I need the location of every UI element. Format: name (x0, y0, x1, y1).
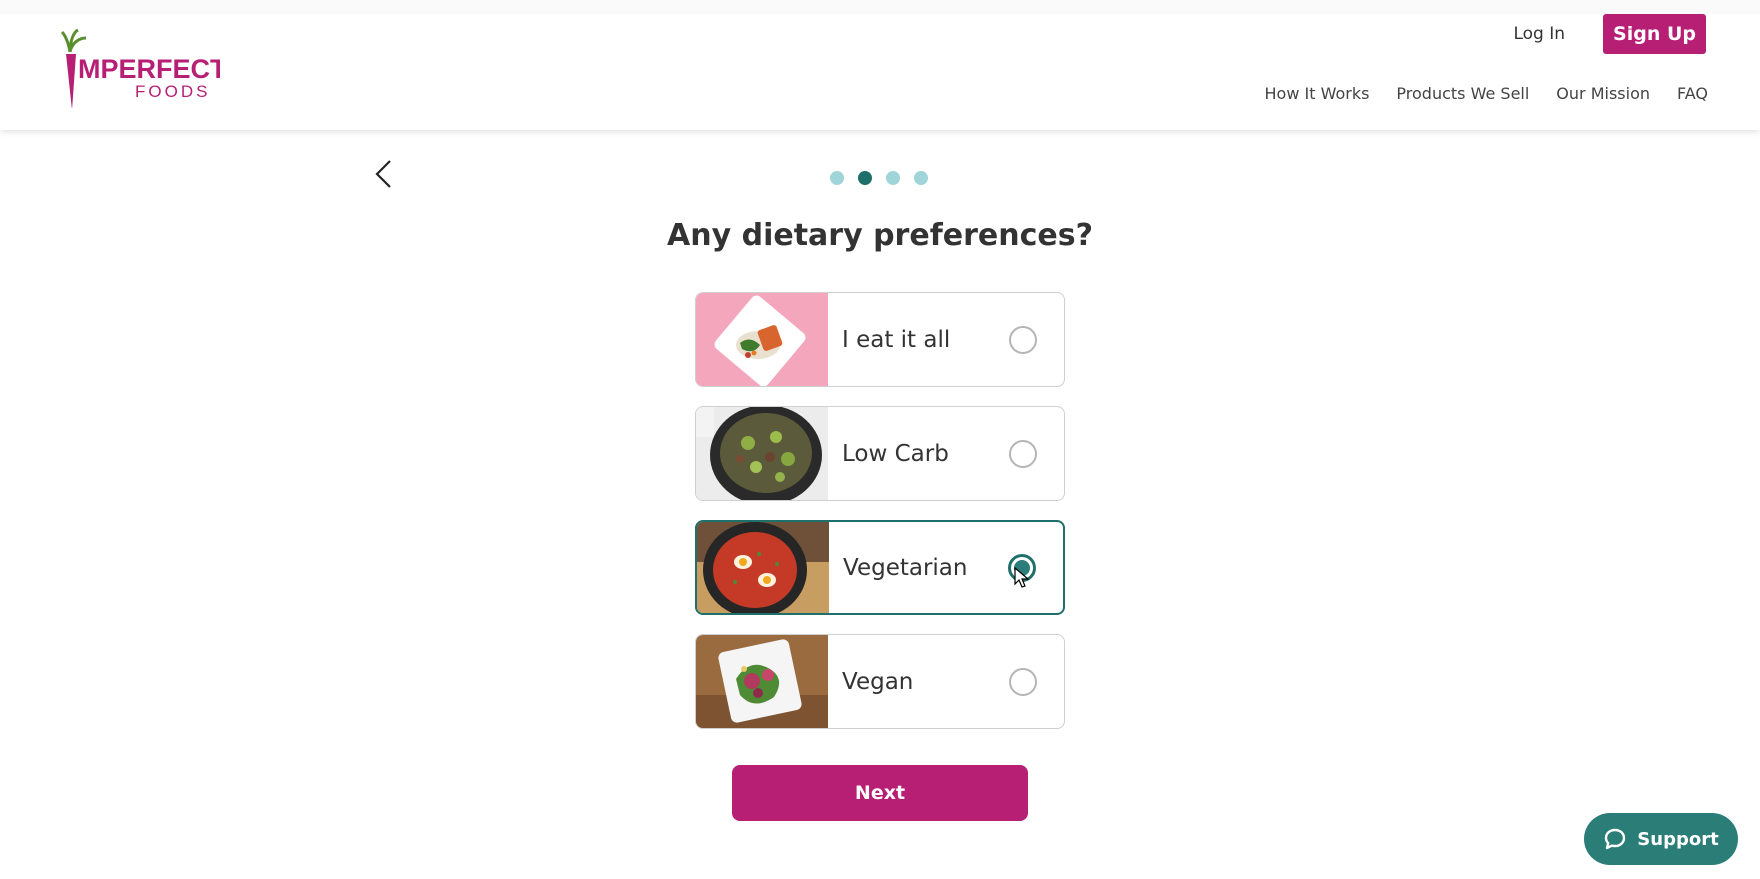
logo-subword: FOODS (135, 82, 210, 101)
option-vegetarian[interactable]: Vegetarian (695, 520, 1065, 615)
option-label: Vegan (842, 668, 914, 695)
question-title: Any dietary preferences? (667, 218, 1093, 253)
site-header: MPERFECT FOODS Log In Sign Up How It Wor… (0, 0, 1760, 130)
option-low-carb[interactable]: Low Carb (695, 406, 1065, 501)
login-link[interactable]: Log In (1513, 24, 1565, 44)
progress-dots (830, 171, 942, 185)
progress-dot-3 (886, 171, 900, 185)
mouse-cursor-icon (1014, 566, 1030, 589)
nav-our-mission[interactable]: Our Mission (1556, 84, 1650, 103)
imperfect-foods-logo[interactable]: MPERFECT FOODS (60, 28, 220, 108)
progress-dot-1 (830, 171, 844, 185)
logo-wordmark: MPERFECT (78, 54, 220, 84)
salmon-plate-image (696, 293, 828, 386)
option-label: I eat it all (842, 326, 951, 353)
back-arrow-icon[interactable] (372, 158, 396, 190)
nav-products-we-sell[interactable]: Products We Sell (1396, 84, 1529, 103)
skillet-brussels-image (696, 407, 828, 500)
radio-button[interactable] (1009, 439, 1037, 468)
main-nav: How It Works Products We Sell Our Missio… (1238, 84, 1709, 103)
nav-faq[interactable]: FAQ (1677, 84, 1708, 103)
option-label: Low Carb (842, 440, 949, 467)
nav-how-it-works[interactable]: How It Works (1265, 84, 1370, 103)
radio-button[interactable] (1009, 667, 1037, 696)
account-actions: Log In Sign Up (1513, 14, 1706, 54)
option-i-eat-it-all[interactable]: I eat it all (695, 292, 1065, 387)
salad-plate-image (696, 635, 828, 728)
radio-button[interactable] (1009, 325, 1037, 354)
option-label: Vegetarian (843, 554, 968, 581)
support-button[interactable]: Support (1584, 813, 1738, 865)
diet-options: I eat it all Low Carb Vegetarian Vegan (695, 292, 1065, 748)
next-button[interactable]: Next (732, 765, 1028, 821)
support-label: Support (1637, 828, 1719, 850)
chat-bubble-icon (1603, 827, 1627, 851)
shakshuka-skillet-image (697, 522, 829, 613)
option-vegan[interactable]: Vegan (695, 634, 1065, 729)
progress-dot-4 (914, 171, 928, 185)
progress-dot-2-active (858, 171, 872, 185)
signup-button[interactable]: Sign Up (1603, 14, 1706, 54)
